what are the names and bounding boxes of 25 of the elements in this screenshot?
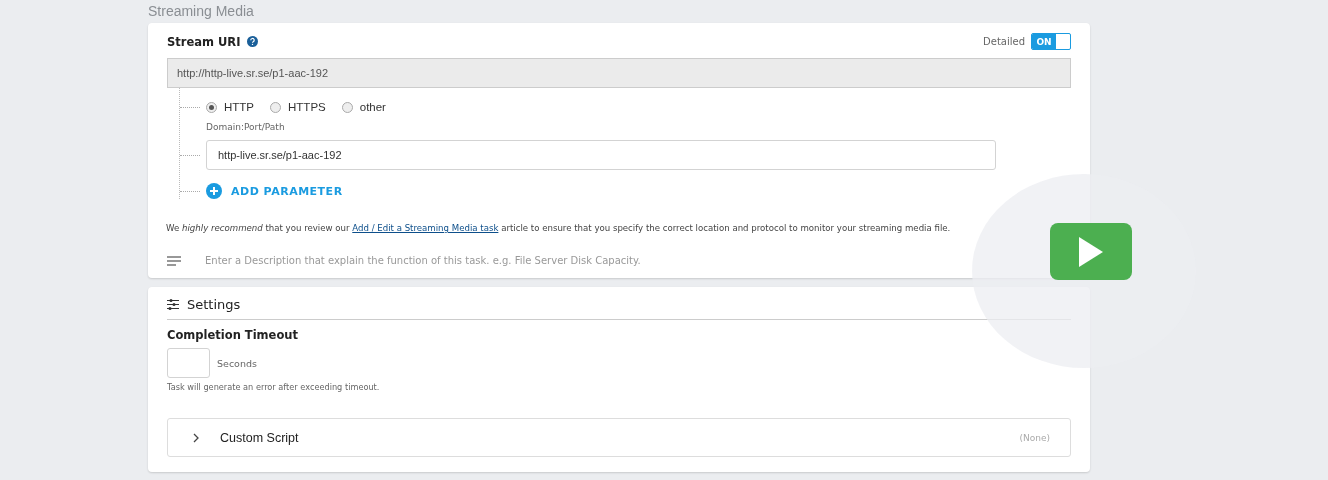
settings-title: Settings	[187, 296, 241, 312]
field-label: Completion Timeout	[167, 328, 298, 342]
chevron-icon	[192, 432, 200, 443]
section-label: Custom Script	[220, 430, 299, 445]
uri-display: http://http-live.sr.se/p1-aac-192	[167, 58, 1071, 88]
hint-text: Task will generate an error after exceeding timeout.	[167, 382, 380, 392]
section-title: Streaming Media	[148, 2, 255, 21]
path-label: Domain:Port/Path	[206, 122, 285, 132]
protocol-radio[interactable]: HTTPS	[270, 101, 326, 113]
custom-script-row[interactable]: Custom Script (None)	[167, 418, 1071, 457]
help-icon[interactable]	[247, 36, 259, 47]
article-link[interactable]: Add / Edit a Streaming Media task	[352, 223, 499, 233]
script-value: (None)	[1019, 432, 1050, 443]
timeout-input[interactable]	[167, 348, 210, 378]
toggle-label: Detailed	[983, 36, 1025, 47]
sliders-icon	[167, 298, 179, 310]
field-label: Stream URI	[167, 34, 241, 49]
description-icon	[167, 255, 181, 266]
protocol-radio[interactable]: HTTP	[206, 101, 255, 113]
play-icon	[1079, 236, 1103, 267]
protocol-radio[interactable]: other	[341, 101, 386, 113]
unit-label: Seconds	[217, 357, 257, 369]
plus-icon	[206, 183, 222, 199]
path-input[interactable]: http-live.sr.se/p1-aac-192	[206, 140, 996, 170]
play-button[interactable]	[1050, 223, 1132, 280]
